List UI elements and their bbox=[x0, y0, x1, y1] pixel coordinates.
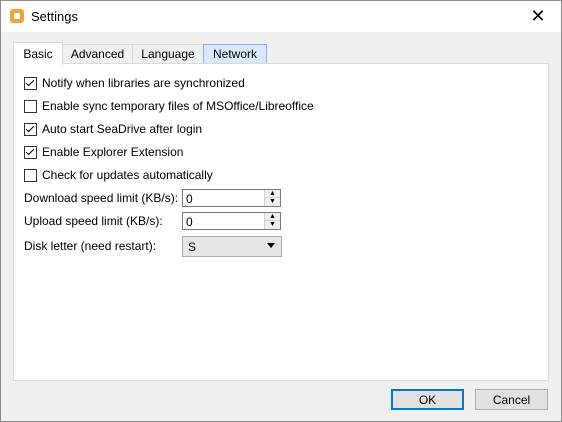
tab-language-label: Language bbox=[141, 47, 195, 61]
sync-temp-files-checkbox[interactable] bbox=[24, 99, 37, 113]
ok-button[interactable]: OK bbox=[391, 389, 464, 410]
window-title: Settings bbox=[31, 9, 78, 24]
option-check-updates[interactable]: Check for updates automatically bbox=[24, 167, 213, 183]
upload-limit-down-arrow-icon[interactable]: ▼ bbox=[265, 221, 280, 229]
upload-limit-up-arrow-icon[interactable]: ▲ bbox=[265, 213, 280, 221]
close-button[interactable]: ✕ bbox=[515, 1, 561, 32]
upload-limit-value: 0 bbox=[186, 215, 193, 229]
sync-temp-files-label: Enable sync temporary files of MSOffice/… bbox=[42, 99, 314, 113]
tab-language[interactable]: Language bbox=[132, 44, 204, 64]
upload-limit-label: Upload speed limit (KB/s): bbox=[24, 214, 163, 228]
basic-settings-pane: Notify when libraries are synchronized E… bbox=[13, 63, 549, 381]
check-updates-label: Check for updates automatically bbox=[42, 168, 213, 182]
ok-button-label: OK bbox=[418, 392, 437, 407]
explorer-extension-checkbox[interactable] bbox=[24, 145, 37, 159]
chevron-down-icon bbox=[267, 243, 275, 248]
notify-sync-checkbox[interactable] bbox=[24, 76, 37, 90]
download-limit-down-arrow-icon[interactable]: ▼ bbox=[265, 198, 280, 206]
upload-limit-spinbox[interactable]: 0 ▲ ▼ bbox=[182, 212, 281, 230]
tab-basic-label: Basic bbox=[23, 47, 53, 61]
tab-advanced[interactable]: Advanced bbox=[62, 44, 133, 64]
option-explorer-extension[interactable]: Enable Explorer Extension bbox=[24, 144, 183, 160]
download-limit-up-arrow-icon[interactable]: ▲ bbox=[265, 190, 280, 198]
tab-advanced-label: Advanced bbox=[70, 47, 125, 61]
settings-window: Settings ✕ Basic Advanced Language Netwo… bbox=[0, 0, 562, 422]
title-bar: Settings ✕ bbox=[1, 1, 561, 32]
tab-network-label: Network bbox=[212, 47, 257, 61]
close-icon: ✕ bbox=[530, 6, 546, 26]
check-updates-checkbox[interactable] bbox=[24, 168, 37, 182]
seadrive-app-icon bbox=[10, 9, 24, 23]
option-sync-temp-files[interactable]: Enable sync temporary files of MSOffice/… bbox=[24, 98, 314, 114]
option-auto-start[interactable]: Auto start SeaDrive after login bbox=[24, 121, 202, 137]
download-limit-label: Download speed limit (KB/s): bbox=[24, 191, 179, 205]
notify-sync-label: Notify when libraries are synchronized bbox=[42, 76, 245, 90]
cancel-button[interactable]: Cancel bbox=[475, 389, 548, 410]
auto-start-checkbox[interactable] bbox=[24, 122, 37, 136]
download-limit-spinbox[interactable]: 0 ▲ ▼ bbox=[182, 189, 281, 207]
tab-network[interactable]: Network bbox=[203, 44, 267, 64]
disk-letter-label: Disk letter (need restart): bbox=[24, 239, 157, 253]
tab-basic[interactable]: Basic bbox=[13, 42, 63, 65]
download-limit-value: 0 bbox=[186, 192, 193, 206]
disk-letter-value: S bbox=[188, 240, 197, 254]
option-notify-sync[interactable]: Notify when libraries are synchronized bbox=[24, 75, 245, 91]
disk-letter-select[interactable]: S bbox=[182, 236, 282, 257]
cancel-button-label: Cancel bbox=[492, 392, 531, 407]
auto-start-label: Auto start SeaDrive after login bbox=[42, 122, 203, 136]
explorer-extension-label: Enable Explorer Extension bbox=[42, 145, 184, 159]
